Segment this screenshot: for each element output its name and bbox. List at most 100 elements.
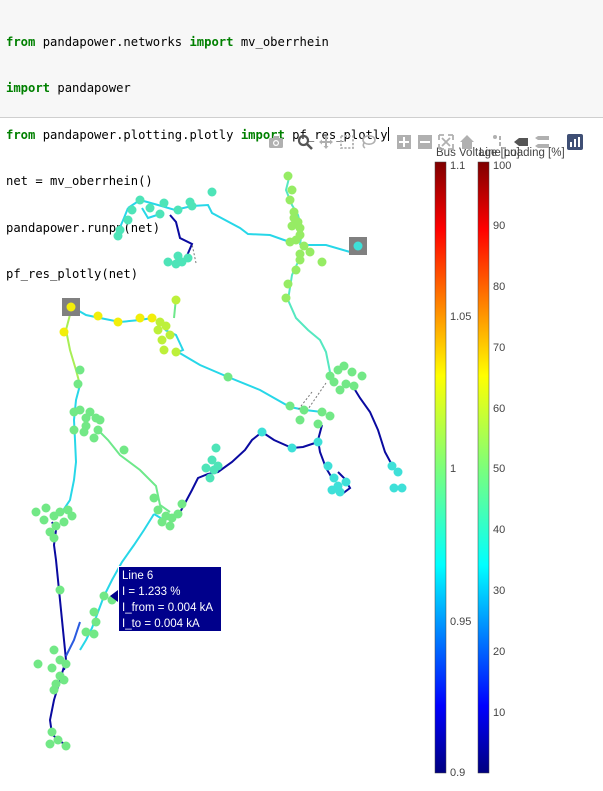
bus-node[interactable] <box>41 503 51 513</box>
bus-node[interactable] <box>113 317 123 327</box>
bus-node[interactable] <box>325 371 335 381</box>
zoom-in-icon[interactable] <box>396 134 412 150</box>
network-line[interactable] <box>65 621 81 657</box>
bus-node[interactable] <box>323 461 333 471</box>
bus-node[interactable] <box>173 509 183 519</box>
bus-node[interactable] <box>283 171 293 181</box>
bus-node[interactable] <box>157 517 167 527</box>
reset-axes-icon[interactable] <box>459 134 475 150</box>
bus-node[interactable] <box>183 253 193 263</box>
bus-node[interactable] <box>55 585 65 595</box>
bus-node[interactable] <box>313 419 323 429</box>
network-line[interactable] <box>97 429 171 513</box>
pan-icon[interactable] <box>318 134 334 150</box>
bus-node[interactable] <box>335 487 345 497</box>
bus-node[interactable] <box>283 279 293 289</box>
bus-node[interactable] <box>39 515 49 525</box>
bus-node[interactable] <box>313 437 323 447</box>
bus-node[interactable] <box>49 645 59 655</box>
bus-node[interactable] <box>305 247 315 257</box>
bus-node[interactable] <box>59 517 69 527</box>
bus-node[interactable] <box>89 607 99 617</box>
bus-node[interactable] <box>285 195 295 205</box>
network-graph[interactable] <box>0 118 603 787</box>
zoom-icon[interactable] <box>297 134 313 150</box>
bus-node[interactable] <box>55 507 65 517</box>
bus-node[interactable] <box>135 313 145 323</box>
bus-node[interactable] <box>113 231 123 241</box>
hover-compare-icon[interactable] <box>534 134 550 150</box>
bus-node[interactable] <box>287 221 297 231</box>
bus-node[interactable] <box>287 185 297 195</box>
bus-node[interactable] <box>45 739 55 749</box>
bus-node[interactable] <box>295 255 305 265</box>
hover-closest-icon[interactable] <box>513 134 529 150</box>
bus-node[interactable] <box>397 483 407 493</box>
bus-node[interactable] <box>119 445 129 455</box>
bus-node[interactable] <box>327 485 337 495</box>
bus-node[interactable] <box>285 237 295 247</box>
bus-node[interactable] <box>61 659 71 669</box>
bus-node[interactable] <box>145 203 155 213</box>
bus-node[interactable] <box>329 473 339 483</box>
bus-node[interactable] <box>349 381 359 391</box>
bus-node[interactable] <box>75 405 85 415</box>
bus-node[interactable] <box>53 735 63 745</box>
network-line[interactable] <box>351 384 393 466</box>
bus-node[interactable] <box>89 629 99 639</box>
bus-node[interactable] <box>291 265 301 275</box>
bus-node[interactable] <box>93 425 103 435</box>
bus-node[interactable] <box>47 727 57 737</box>
bus-node[interactable] <box>159 345 169 355</box>
bus-node[interactable] <box>135 195 145 205</box>
bus-node[interactable] <box>49 533 59 543</box>
bus-node[interactable] <box>165 330 175 340</box>
bus-node[interactable] <box>285 401 295 411</box>
bus-node[interactable] <box>79 427 89 437</box>
camera-icon[interactable] <box>268 134 284 150</box>
autoscale-icon[interactable] <box>438 134 454 150</box>
bus-node[interactable] <box>185 197 195 207</box>
bus-node[interactable] <box>61 741 71 751</box>
bus-node[interactable] <box>47 663 57 673</box>
bus-node[interactable] <box>161 321 171 331</box>
network-plot[interactable]: Bus Voltage [pu] Line Loading [%] 1.1 1.… <box>0 118 603 787</box>
bus-node[interactable] <box>201 463 211 473</box>
bus-node[interactable] <box>163 257 173 267</box>
bus-node[interactable] <box>341 477 351 487</box>
bus-node[interactable] <box>213 461 223 471</box>
box-select-icon[interactable] <box>339 134 355 150</box>
lasso-icon[interactable] <box>360 134 376 150</box>
bus-node[interactable] <box>69 425 79 435</box>
bus-node[interactable] <box>165 521 175 531</box>
code-cell[interactable]: from pandapower.networks import mv_oberr… <box>0 0 603 281</box>
bus-node[interactable] <box>59 675 69 685</box>
bus-node[interactable] <box>123 215 133 225</box>
bus-node[interactable] <box>171 259 181 269</box>
spike-lines-icon[interactable] <box>492 134 508 150</box>
bus-node[interactable] <box>89 433 99 443</box>
bus-node[interactable] <box>91 617 101 627</box>
network-line[interactable] <box>164 329 323 413</box>
bus-node[interactable] <box>49 685 59 695</box>
bus-node[interactable] <box>153 325 163 335</box>
bus-node[interactable] <box>99 591 109 601</box>
zoom-out-icon[interactable] <box>417 134 433 150</box>
bus-node[interactable] <box>171 347 181 357</box>
bus-node[interactable] <box>59 327 69 337</box>
bus-node[interactable] <box>289 213 299 223</box>
bus-node[interactable] <box>223 372 233 382</box>
bus-node[interactable] <box>335 385 345 395</box>
bus-node[interactable] <box>295 415 305 425</box>
network-line[interactable] <box>177 431 263 517</box>
bus-node[interactable] <box>75 365 85 375</box>
bus-node[interactable] <box>95 415 105 425</box>
bus-node[interactable] <box>33 659 43 669</box>
bus-node[interactable] <box>81 627 91 637</box>
bus-node[interactable] <box>287 443 297 453</box>
bus-node[interactable] <box>153 505 163 515</box>
plotly-logo-icon[interactable] <box>567 134 583 150</box>
bus-node[interactable] <box>347 367 357 377</box>
bus-node[interactable] <box>339 361 349 371</box>
bus-node[interactable] <box>257 427 267 437</box>
